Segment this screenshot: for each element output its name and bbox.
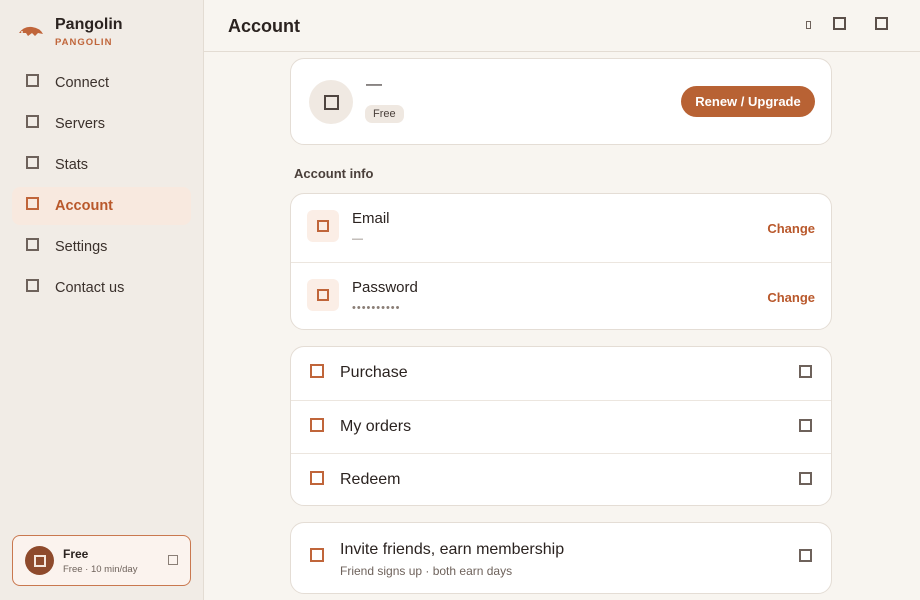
actions-card: Purchase My orders Redeem	[290, 346, 832, 506]
page-title: Account	[228, 16, 300, 36]
plan-title: Free	[63, 547, 89, 561]
user-name: —	[366, 76, 382, 93]
sidebar-item-label: Account	[55, 198, 113, 214]
plan-icon	[33, 554, 46, 567]
change-email-link[interactable]: Change	[767, 221, 815, 236]
purchase-label: Purchase	[340, 364, 408, 381]
password-value: ••••••••••	[352, 302, 401, 314]
password-label: Password	[352, 279, 418, 296]
sidebar-item-servers[interactable]: Servers	[12, 105, 191, 143]
avatar	[309, 80, 353, 124]
my-orders-row[interactable]: My orders	[291, 400, 831, 454]
plan-action-icon[interactable]	[168, 555, 178, 565]
sidebar-item-settings[interactable]: Settings	[12, 228, 191, 266]
window-menu-icon[interactable]	[806, 21, 811, 29]
sidebar-item-label: Settings	[55, 239, 108, 255]
redeem-label: Redeem	[340, 471, 401, 488]
chevron-right-icon	[799, 549, 812, 562]
email-icon-box	[307, 210, 339, 242]
sidebar: Pangolin PANGOLIN Connect Servers Stats …	[0, 0, 204, 600]
profile-card: — Free Renew / Upgrade	[290, 58, 832, 145]
account-info-card: Email — Change Password •••••••••• Chang…	[290, 193, 832, 330]
password-row: Password •••••••••• Change	[291, 262, 831, 331]
sidebar-item-connect[interactable]: Connect	[12, 64, 191, 102]
account-info-heading: Account info	[294, 166, 374, 181]
redeem-row[interactable]: Redeem	[291, 453, 831, 507]
sidebar-item-contact-us[interactable]: Contact us	[12, 269, 191, 307]
plan-avatar	[25, 546, 54, 575]
password-icon-box	[307, 279, 339, 311]
purchase-icon	[310, 364, 324, 378]
email-row: Email — Change	[291, 194, 831, 262]
sidebar-item-label: Servers	[55, 116, 105, 132]
stats-icon	[26, 155, 39, 169]
user-icon	[323, 94, 339, 110]
plan-description: Free · 10 min/day	[63, 564, 138, 575]
invite-subtitle: Friend signs up · both earn days	[340, 564, 513, 578]
invite-card[interactable]: Invite friends, earn membership Friend s…	[290, 522, 832, 594]
chevron-right-icon	[799, 472, 812, 485]
redeem-icon	[310, 471, 324, 485]
sidebar-item-stats[interactable]: Stats	[12, 146, 191, 184]
pangolin-logo-icon	[19, 26, 43, 36]
brand-name: Pangolin	[55, 16, 123, 33]
connect-icon	[26, 73, 39, 87]
tier-badge: Free	[365, 105, 404, 123]
orders-icon	[310, 418, 324, 432]
sidebar-item-label: Stats	[55, 157, 89, 173]
change-password-link[interactable]: Change	[767, 290, 815, 305]
chevron-right-icon	[799, 419, 812, 432]
sidebar-item-label: Contact us	[55, 280, 125, 296]
sidebar-nav: Connect Servers Stats Account Settings C…	[12, 64, 191, 310]
invite-title: Invite friends, earn membership	[340, 541, 565, 558]
servers-icon	[26, 114, 39, 128]
gift-icon	[310, 548, 324, 562]
my-orders-label: My orders	[340, 418, 412, 435]
settings-icon	[26, 237, 39, 251]
account-icon	[26, 196, 39, 210]
sidebar-item-label: Connect	[55, 75, 110, 91]
window-minimize-icon[interactable]	[833, 17, 846, 30]
renew-upgrade-button[interactable]: Renew / Upgrade	[681, 86, 815, 117]
window-close-icon[interactable]	[875, 17, 888, 30]
header: Account	[204, 0, 920, 52]
email-icon	[317, 220, 329, 232]
plan-card[interactable]: Free Free · 10 min/day	[12, 535, 191, 586]
lock-icon	[317, 289, 329, 301]
purchase-row[interactable]: Purchase	[291, 347, 831, 400]
brand-subtitle: PANGOLIN	[55, 37, 113, 48]
contact-icon	[26, 278, 39, 292]
email-value: —	[352, 233, 364, 245]
chevron-right-icon	[799, 365, 812, 378]
sidebar-item-account[interactable]: Account	[12, 187, 191, 225]
email-label: Email	[352, 210, 390, 227]
